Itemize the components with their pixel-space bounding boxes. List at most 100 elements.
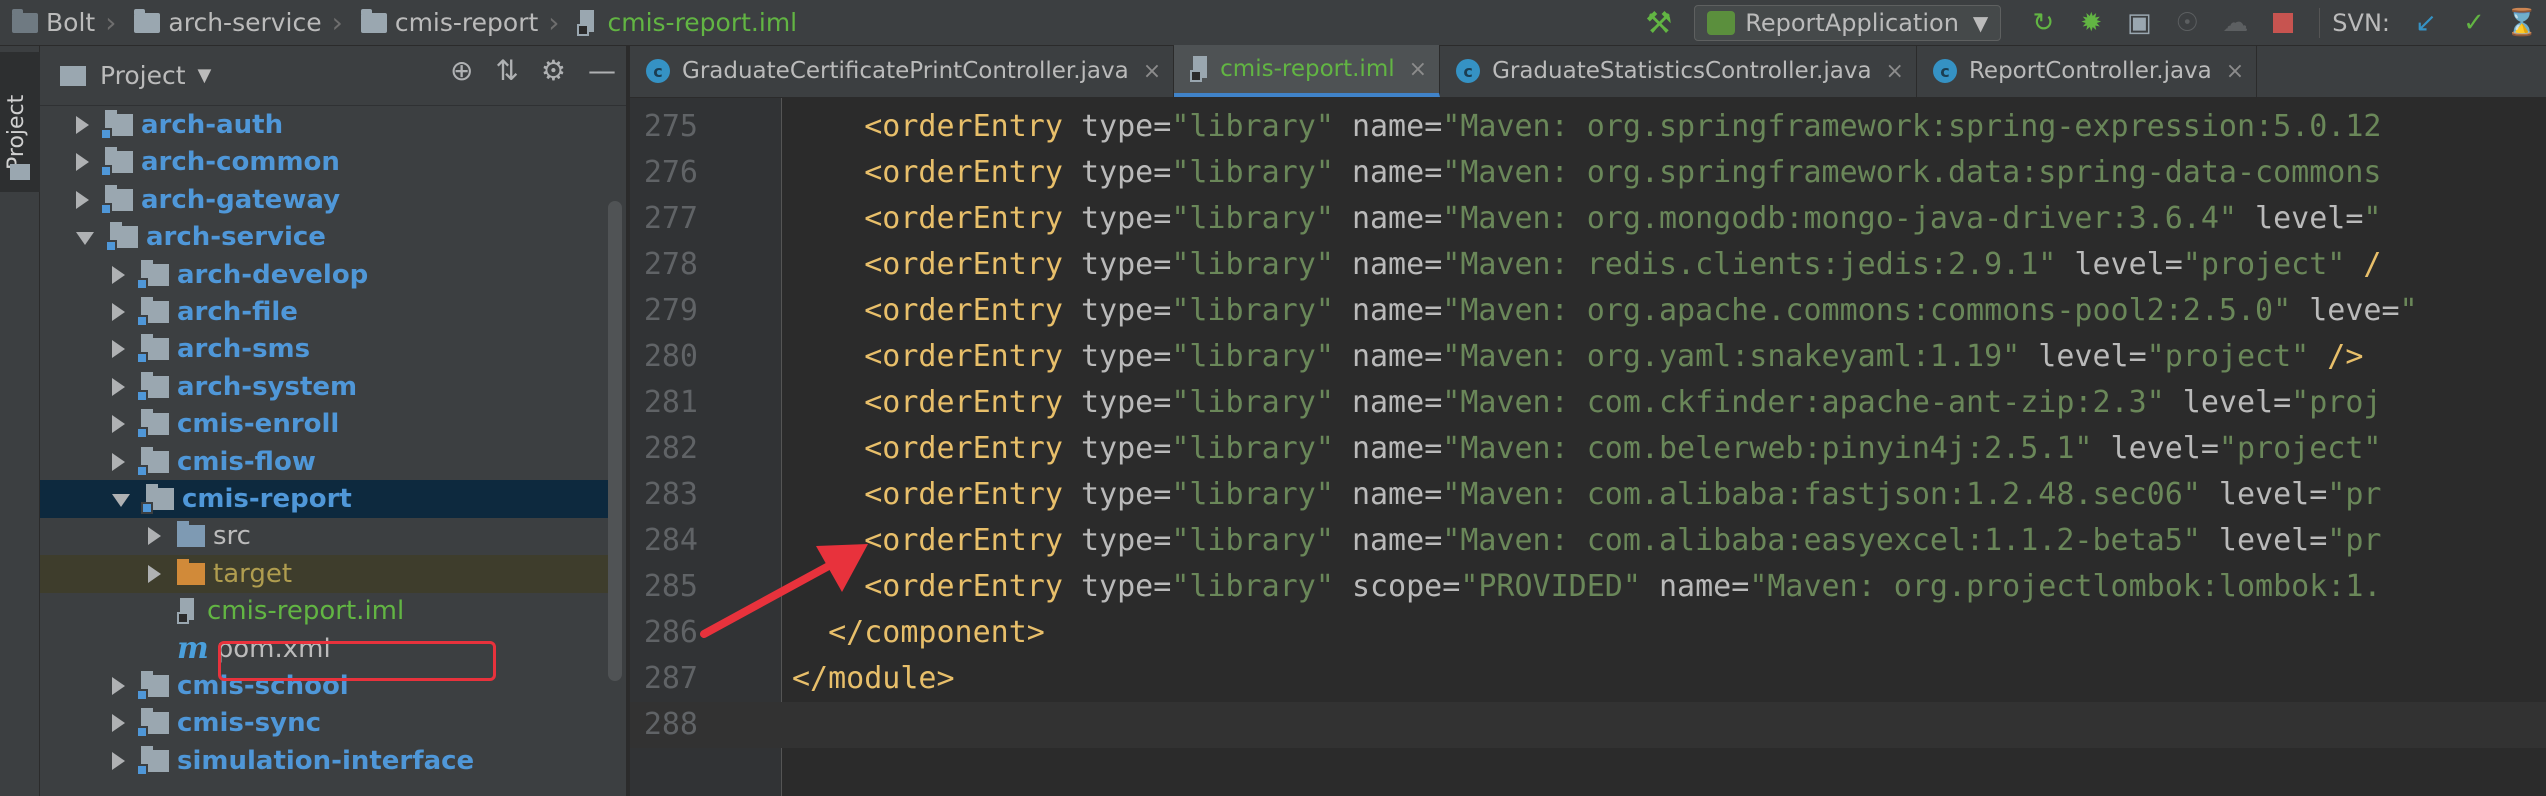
editor-tab[interactable]: c GraduateStatisticsController.java ×: [1440, 45, 1917, 97]
tree-item-arch-gateway[interactable]: arch-gateway: [40, 181, 610, 219]
xml-attribute-value: proj: [2309, 385, 2382, 420]
code-line[interactable]: 288: [630, 702, 2546, 748]
code-editor[interactable]: 275 <orderEntry type="library" name="Mav…: [630, 98, 2546, 796]
tree-item-arch-file[interactable]: arch-file: [40, 293, 610, 331]
tree-item-arch-system[interactable]: arch-system: [40, 368, 610, 406]
collapsed-arrow-icon[interactable]: [112, 452, 125, 471]
code-line[interactable]: 275 <orderEntry type="library" name="Mav…: [630, 104, 2546, 150]
attach-debugger-icon[interactable]: ☁: [2219, 7, 2251, 39]
xml-attribute-value: Maven: redis.clients:jedis:2.9.1: [1460, 247, 2039, 282]
tree-item-label: arch-common: [141, 147, 340, 178]
code-line[interactable]: 285 <orderEntry type="library" scope="PR…: [630, 564, 2546, 610]
editor-tab[interactable]: cmis-report.iml ×: [1174, 45, 1441, 97]
editor-tab-bar: c GraduateCertificatePrintController.java…: [630, 45, 2546, 98]
collapsed-arrow-icon[interactable]: [112, 751, 125, 770]
locate-file-icon[interactable]: ⊕: [450, 54, 473, 87]
project-tool-window-tab[interactable]: Project: [0, 52, 40, 192]
tree-item-label: arch-develop: [177, 259, 369, 290]
code-line[interactable]: 281 <orderEntry type="library" name="Mav…: [630, 380, 2546, 426]
collapsed-arrow-icon[interactable]: [76, 116, 89, 134]
tree-item-arch-service[interactable]: arch-service: [40, 218, 610, 256]
svn-history-icon[interactable]: ⌛: [2506, 7, 2538, 39]
xml-attribute-name: type: [1081, 109, 1154, 144]
code-line[interactable]: 278 <orderEntry type="library" name="Mav…: [630, 242, 2546, 288]
editor-tab[interactable]: c GraduateCertificatePrintController.java…: [630, 45, 1175, 97]
xml-attribute-value: project: [2164, 339, 2292, 374]
rerun-icon[interactable]: ↻: [2027, 7, 2059, 39]
xml-attribute-value: library: [1189, 109, 1316, 144]
run-with-coverage-icon[interactable]: ▣: [2123, 7, 2155, 39]
tree-item-cmis-report-iml[interactable]: cmis-report.iml: [40, 592, 610, 630]
stop-icon[interactable]: [2267, 7, 2299, 39]
svn-commit-icon[interactable]: ✓: [2458, 7, 2490, 39]
project-view-selector[interactable]: Project: [100, 61, 186, 90]
close-icon[interactable]: ×: [2226, 59, 2244, 84]
collapsed-arrow-icon[interactable]: [112, 303, 125, 321]
tag-end: />: [2309, 339, 2364, 374]
code-line[interactable]: 286 </component>: [630, 610, 2546, 656]
tree-item-arch-develop[interactable]: arch-develop: [40, 256, 610, 294]
code-line[interactable]: 282 <orderEntry type="library" name="Mav…: [630, 426, 2546, 472]
module-folder-icon: [136, 371, 169, 402]
profile-icon[interactable]: ☉: [2171, 7, 2203, 39]
xml-attribute-name: name: [1351, 431, 1425, 466]
tree-item-arch-auth[interactable]: arch-auth: [40, 106, 610, 144]
collapsed-arrow-icon[interactable]: [76, 190, 89, 209]
line-number: 281: [643, 385, 698, 420]
collapsed-arrow-icon[interactable]: [112, 714, 125, 733]
breadcrumb-item[interactable]: arch-service ›: [122, 0, 348, 46]
breadcrumb-item[interactable]: cmis-report ›: [349, 0, 566, 46]
collapsed-arrow-icon[interactable]: [148, 527, 161, 546]
code-line[interactable]: 287 </module>: [630, 656, 2546, 702]
collapsed-arrow-icon[interactable]: [112, 377, 125, 396]
project-scrollbar[interactable]: [608, 201, 622, 681]
collapsed-arrow-icon[interactable]: [76, 153, 89, 172]
tree-item-src[interactable]: src: [40, 517, 610, 555]
tree-item-target[interactable]: target: [40, 554, 610, 593]
tree-item-label: cmis-report.iml: [207, 596, 405, 627]
xml-attribute-value: library: [1189, 385, 1316, 420]
close-icon[interactable]: ×: [1409, 57, 1427, 82]
code-line[interactable]: 280 <orderEntry type="library" name="Mav…: [630, 334, 2546, 380]
build-hammer-icon[interactable]: ⚒: [1645, 6, 1672, 41]
close-icon[interactable]: ×: [1143, 59, 1161, 84]
tree-item-arch-common[interactable]: arch-common: [40, 143, 610, 181]
xml-tag: <orderEntry: [864, 385, 1063, 420]
expanded-arrow-icon[interactable]: [76, 231, 94, 245]
collapse-all-icon[interactable]: ⇅: [495, 54, 518, 87]
run-configuration-select[interactable]: ReportApplication ▼: [1694, 5, 2002, 41]
breadcrumb-label: arch-service: [168, 8, 322, 37]
xml-attribute-value: Maven: org.projectlombok:lombok:1.: [1767, 569, 2382, 604]
code-line[interactable]: 284 <orderEntry type="library" name="Mav…: [630, 518, 2546, 564]
hide-panel-icon[interactable]: —: [588, 54, 616, 87]
xml-attribute-value: Maven: com.ckfinder:apache-ant-zip:2.3: [1460, 385, 2147, 420]
code-line[interactable]: 277 <orderEntry type="library" name="Mav…: [630, 196, 2546, 242]
gear-icon[interactable]: ⚙: [541, 54, 566, 87]
collapsed-arrow-icon[interactable]: [112, 677, 125, 695]
breadcrumb-item[interactable]: Bolt ›: [0, 0, 122, 46]
code-line[interactable]: 283 <orderEntry type="library" name="Mav…: [630, 472, 2546, 518]
code-line[interactable]: 276 <orderEntry type="library" name="Mav…: [630, 150, 2546, 196]
tree-item-cmis-report[interactable]: cmis-report: [40, 480, 610, 518]
svn-update-icon[interactable]: ↙: [2410, 7, 2442, 39]
xml-attribute-value: library: [1189, 569, 1316, 604]
close-icon[interactable]: ×: [1886, 59, 1904, 84]
project-tool-window: Project ▼ ⊕ ⇅ ⚙ — arch-auth arch-common ar…: [40, 46, 628, 796]
collapsed-arrow-icon[interactable]: [148, 564, 161, 583]
code-line[interactable]: 279 <orderEntry type="library" name="Mav…: [630, 288, 2546, 334]
debug-bug-icon[interactable]: ✹: [2075, 7, 2107, 39]
tree-item-cmis-flow[interactable]: cmis-flow: [40, 443, 610, 481]
tree-item-cmis-sync[interactable]: cmis-sync: [40, 704, 610, 742]
collapsed-arrow-icon[interactable]: [112, 340, 125, 359]
breadcrumb-item[interactable]: cmis-report.iml: [565, 0, 803, 46]
expanded-arrow-icon[interactable]: [112, 493, 130, 507]
tree-item-label: cmis-enroll: [177, 409, 340, 440]
tree-item-simulation-interface[interactable]: simulation-interface: [40, 742, 610, 780]
code-text: <orderEntry type="library" name="Maven: …: [792, 472, 2381, 518]
chevron-down-icon[interactable]: ▼: [198, 65, 212, 86]
tree-item-arch-sms[interactable]: arch-sms: [40, 330, 610, 368]
collapsed-arrow-icon[interactable]: [112, 265, 125, 284]
collapsed-arrow-icon[interactable]: [112, 415, 125, 434]
editor-tab[interactable]: c ReportController.java ×: [1917, 45, 2258, 97]
tree-item-cmis-enroll[interactable]: cmis-enroll: [40, 405, 610, 443]
